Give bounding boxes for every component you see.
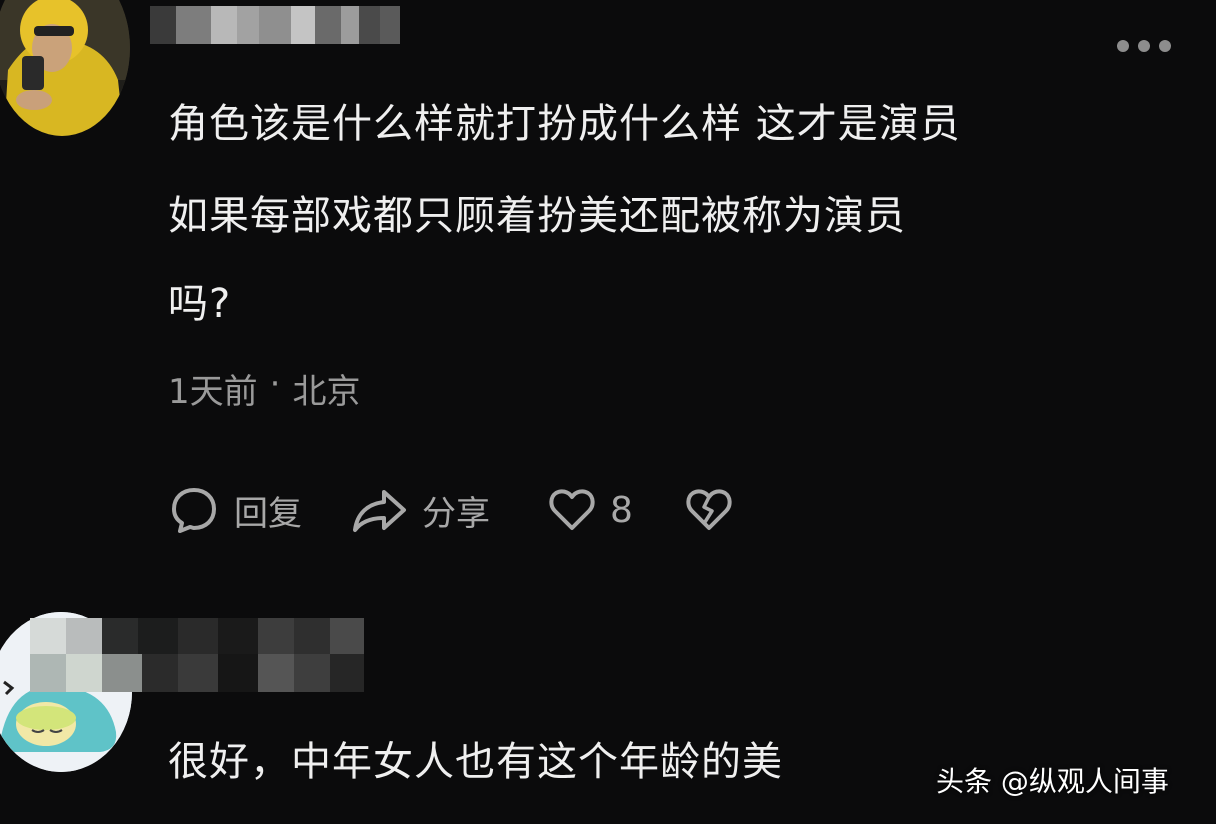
broken-heart-icon — [686, 489, 732, 530]
mosaic-cell — [314, 6, 341, 44]
username-blurred[interactable] — [0, 618, 370, 694]
mosaic-cell — [237, 6, 260, 44]
share-arrow-icon — [353, 490, 406, 532]
reply-label: 回复 — [234, 493, 302, 534]
comment-time: 1天前 — [168, 372, 258, 412]
comment-actions: 回复 分享 8 — [168, 481, 735, 539]
comment-text-line: 如果每部戏都只顾着扮美还配被称为演员 — [168, 193, 906, 239]
mosaic-cell — [259, 6, 291, 44]
comment-text-line: 很好，中年女人也有这个年龄的美 — [168, 739, 783, 785]
mosaic-cell — [290, 6, 315, 44]
mosaic-cell — [150, 6, 176, 44]
user-avatar[interactable] — [0, 0, 130, 136]
dislike-button[interactable] — [683, 484, 735, 536]
comment-list: 角色该是什么样就打扮成什么样 这才是演员 如果每部戏都只顾着扮美还配被称为演员 … — [0, 0, 1216, 824]
mosaic-cell — [211, 6, 238, 44]
comment-location: 北京 — [292, 372, 361, 412]
comment-bubble-icon — [172, 488, 216, 533]
meta-separator: · — [269, 364, 281, 404]
comment-text-line: 吗? — [168, 281, 232, 327]
mosaic-cell — [175, 6, 212, 44]
mosaic-cell — [359, 6, 380, 44]
like-count: 8 — [610, 489, 633, 531]
share-button[interactable]: 分享 — [350, 484, 490, 536]
like-button[interactable]: 8 — [546, 484, 633, 536]
more-dots-icon[interactable] — [1117, 39, 1179, 53]
heart-icon — [549, 489, 595, 530]
mosaic-cell — [379, 6, 400, 44]
reply-button[interactable]: 回复 — [168, 484, 302, 536]
username-blurred[interactable] — [150, 6, 400, 44]
comment-meta: 1天前 · 北京 — [168, 364, 360, 413]
mosaic-cell — [340, 6, 360, 44]
watermark: 头条 @纵观人间事 — [936, 765, 1169, 798]
comment-text-line: 角色该是什么样就打扮成什么样 这才是演员 — [168, 101, 961, 147]
share-label: 分享 — [422, 493, 490, 534]
